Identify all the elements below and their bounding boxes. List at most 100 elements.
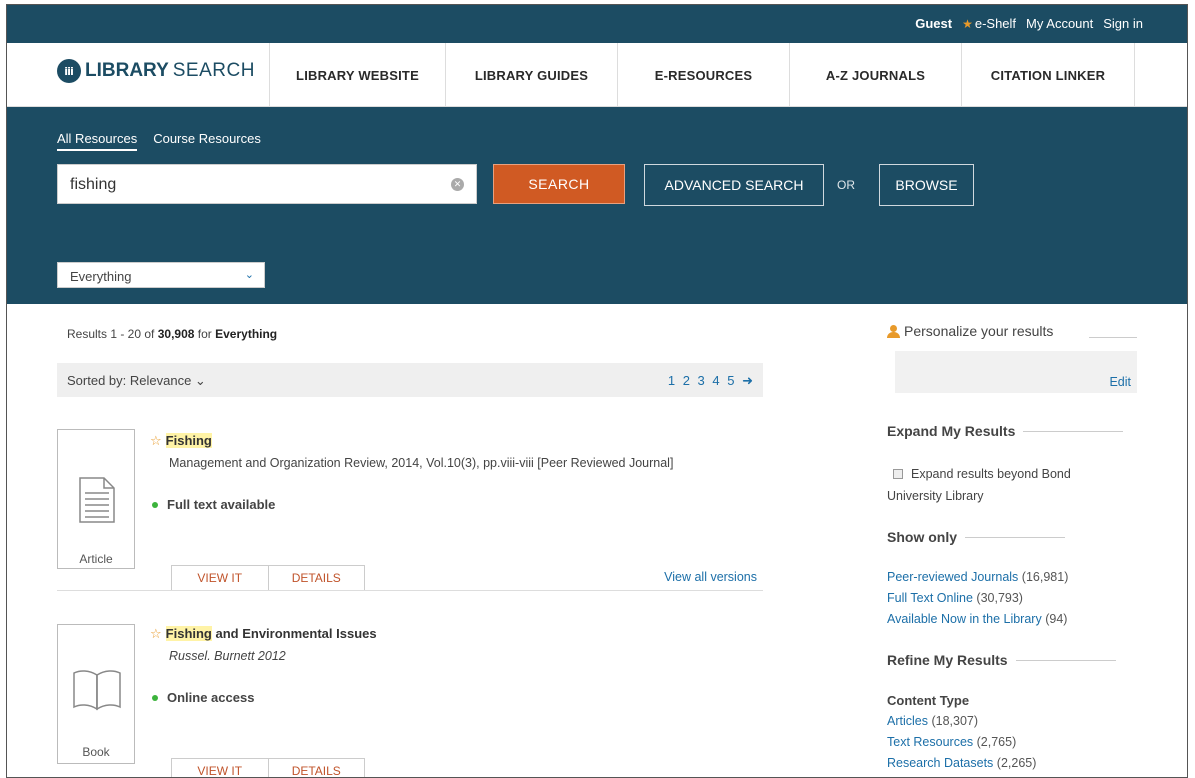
show-only-list: Peer-reviewed Journals (16,981) Full Tex…: [887, 567, 1068, 630]
result-actions: VIEW IT DETAILS: [171, 758, 365, 777]
result-meta: Management and Organization Review, 2014…: [169, 456, 674, 470]
expand-option[interactable]: Expand results beyond Bond University Li…: [887, 463, 1127, 507]
my-account-link[interactable]: My Account: [1026, 16, 1093, 31]
result-meta: Russel. Burnett 2012: [169, 649, 286, 663]
tab-course-resources[interactable]: Course Resources: [153, 131, 261, 151]
facet-label: Research Datasets: [887, 756, 994, 770]
main-nav: ⅲ LIBRARY SEARCH LIBRARY WEBSITE LIBRARY …: [7, 43, 1187, 107]
or-label: OR: [837, 178, 855, 192]
eshelf-link[interactable]: ★ e-Shelf: [962, 16, 1016, 31]
content-type-list: Articles (18,307) Text Resources (2,765)…: [887, 711, 1036, 774]
edit-personalization-link[interactable]: Edit: [1109, 375, 1131, 389]
result-divider: [57, 590, 763, 591]
sign-in-link[interactable]: Sign in: [1103, 16, 1143, 31]
sort-bar: Sorted by: Relevance ⌄ 1 2 3 4 5 ➜: [57, 363, 763, 397]
expand-checkbox[interactable]: [893, 469, 903, 479]
nav-items: LIBRARY WEBSITE LIBRARY GUIDES E-RESOURC…: [269, 43, 1135, 107]
logo-text-light: SEARCH: [172, 60, 255, 81]
facet-count: (18,307): [931, 714, 979, 728]
title-highlight: Fishing: [165, 626, 212, 641]
facet-label: Text Resources: [887, 735, 974, 749]
nav-library-guides[interactable]: LIBRARY GUIDES: [445, 43, 617, 107]
availability-status[interactable]: Full text available: [152, 497, 275, 512]
book-thumbnail[interactable]: [57, 624, 135, 764]
result-actions: VIEW IT DETAILS: [171, 565, 365, 591]
scope-select[interactable]: Everything ⌄: [57, 262, 265, 288]
available-dot-icon: [152, 501, 158, 508]
search-tabs: All Resources Course Resources: [57, 131, 261, 151]
facet-count: (2,265): [996, 756, 1037, 770]
facet-articles[interactable]: Articles (18,307): [887, 711, 1036, 732]
expand-heading-label: Expand My Results: [887, 423, 1016, 439]
result-type: Article: [79, 552, 113, 566]
personalize-panel: Edit: [895, 351, 1137, 393]
facet-text-resources[interactable]: Text Resources (2,765): [887, 732, 1036, 753]
guest-label: Guest: [915, 16, 953, 31]
search-input[interactable]: fishing ✕: [57, 164, 477, 204]
book-icon: [73, 670, 121, 711]
facet-count: (2,765): [976, 735, 1017, 749]
search-button[interactable]: SEARCH: [493, 164, 625, 204]
result-type: Book: [82, 745, 110, 759]
personalize-heading[interactable]: Personalize your results: [887, 323, 1053, 339]
search-query: fishing: [70, 176, 117, 193]
sort-dropdown[interactable]: Sorted by: Relevance ⌄: [67, 373, 206, 389]
utility-links: Guest ★ e-Shelf My Account Sign in: [915, 16, 1143, 31]
library-search-logo[interactable]: ⅲ LIBRARY SEARCH: [57, 59, 255, 83]
show-only-label: Show only: [887, 529, 957, 545]
personalize-label: Personalize your results: [904, 323, 1054, 339]
logo-icon: ⅲ: [57, 59, 81, 83]
facet-count: (94): [1045, 612, 1068, 626]
pagination[interactable]: 1 2 3 4 5 ➜: [668, 373, 755, 389]
results-total: 30,908: [157, 327, 195, 341]
availability-text: Full text available: [167, 497, 276, 512]
person-icon: [887, 324, 900, 338]
title-highlight: Fishing: [165, 433, 212, 448]
results-for: for: [197, 327, 212, 341]
availability-status[interactable]: Online access: [152, 690, 254, 705]
results-summary: Results 1 - 20 of 30,908 for Everything: [67, 327, 277, 341]
document-icon: [79, 477, 115, 523]
clear-search-icon[interactable]: ✕: [451, 178, 464, 191]
tab-all-resources[interactable]: All Resources: [57, 131, 138, 151]
facet-label: Articles: [887, 714, 928, 728]
refine-label: Refine My Results: [887, 652, 1008, 668]
star-icon: ★: [962, 17, 973, 31]
nav-e-resources[interactable]: E-RESOURCES: [617, 43, 789, 107]
star-outline-icon[interactable]: ☆: [150, 626, 162, 641]
heading-rule: [1015, 659, 1116, 661]
advanced-search-button[interactable]: ADVANCED SEARCH: [644, 164, 824, 206]
star-outline-icon[interactable]: ☆: [150, 433, 162, 448]
view-it-tab[interactable]: VIEW IT: [172, 566, 268, 590]
results-scope: Everything: [215, 327, 278, 341]
expand-heading: Expand My Results: [887, 423, 1124, 439]
facet-label: Full Text Online: [887, 591, 973, 605]
result-title[interactable]: ☆ Fishing: [150, 433, 212, 449]
expand-option-label: Expand results beyond Bond University Li…: [887, 467, 1071, 503]
results-prefix: Results 1 - 20 of: [67, 327, 155, 341]
facet-research-datasets[interactable]: Research Datasets (2,265): [887, 753, 1036, 774]
content-type-heading: Content Type: [887, 693, 970, 708]
details-tab[interactable]: DETAILS: [267, 566, 365, 590]
heading-rule: [965, 536, 1065, 538]
nav-citation-linker[interactable]: CITATION LINKER: [961, 43, 1135, 107]
details-tab[interactable]: DETAILS: [267, 759, 365, 777]
facet-available-now[interactable]: Available Now in the Library (94): [887, 609, 1068, 630]
nav-library-website[interactable]: LIBRARY WEBSITE: [269, 43, 445, 107]
facet-label: Peer-reviewed Journals: [887, 570, 1019, 584]
view-all-versions-link[interactable]: View all versions: [664, 570, 757, 584]
availability-text: Online access: [167, 690, 255, 705]
browse-button[interactable]: BROWSE: [879, 164, 974, 206]
chevron-down-icon: ⌄: [194, 373, 206, 388]
sort-label: Sorted by: Relevance: [67, 373, 192, 388]
nav-a-z-journals[interactable]: A-Z JOURNALS: [789, 43, 961, 107]
view-it-tab[interactable]: VIEW IT: [172, 759, 268, 777]
result-title[interactable]: ☆ Fishing and Environmental Issues: [150, 626, 377, 642]
facet-full-text-online[interactable]: Full Text Online (30,793): [887, 588, 1068, 609]
next-arrow-icon[interactable]: ➜: [742, 373, 755, 388]
logo-text-bold: LIBRARY: [85, 60, 169, 81]
eshelf-label: e-Shelf: [974, 16, 1017, 31]
scope-value: Everything: [70, 269, 132, 284]
article-thumbnail[interactable]: [57, 429, 135, 569]
facet-peer-reviewed[interactable]: Peer-reviewed Journals (16,981): [887, 567, 1068, 588]
